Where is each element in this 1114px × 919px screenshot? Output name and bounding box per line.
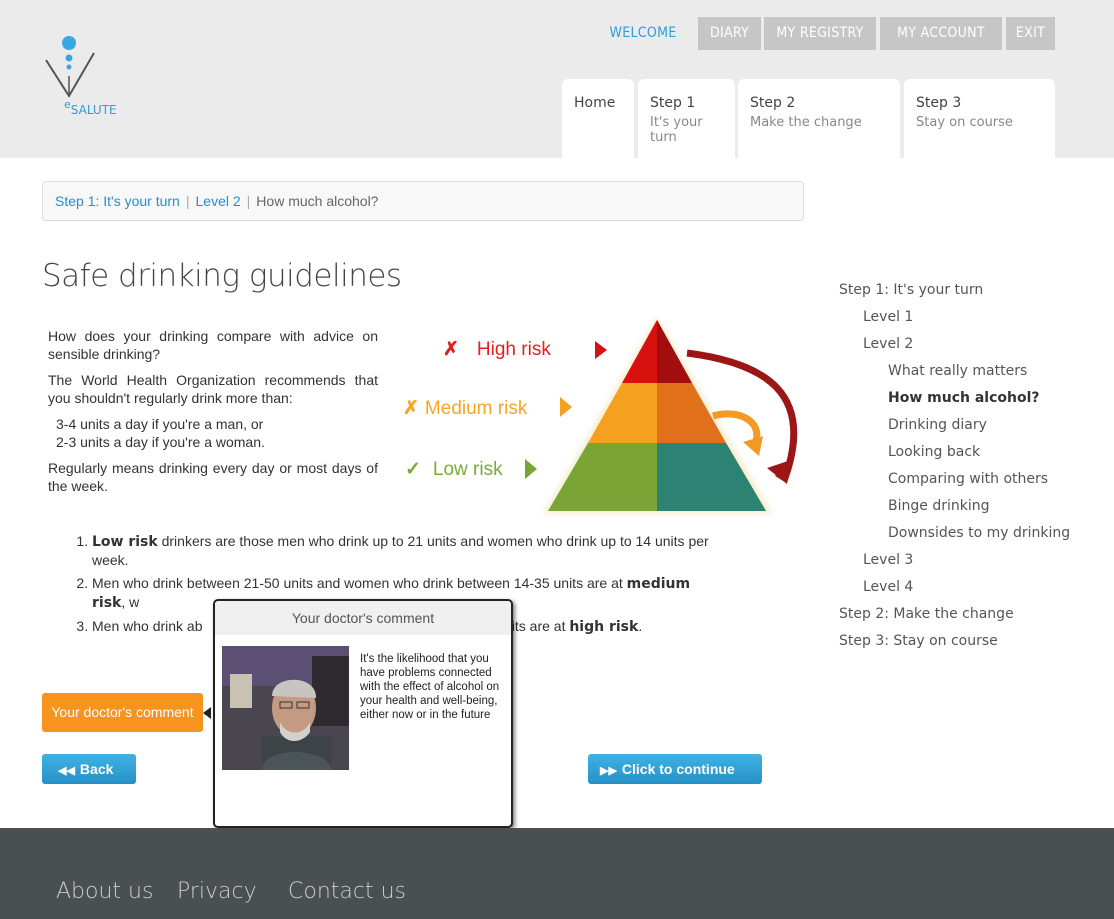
check-icon: ✓: [405, 459, 421, 480]
menu-comparing-with-others[interactable]: Comparing with others: [839, 469, 1109, 496]
medium-risk-label: ✗ Medium risk: [403, 398, 528, 419]
continue-button[interactable]: ▶▶ Click to continue: [588, 754, 762, 784]
breadcrumb-step-1[interactable]: Step 1: It's your turn: [55, 193, 180, 209]
risk-pyramid: ✗ High risk ✗ Medium risk ✓ Low risk: [395, 308, 825, 523]
menu-level-3[interactable]: Level 3: [839, 550, 1109, 577]
menu-what-really-matters[interactable]: What really matters: [839, 361, 1109, 388]
nav-diary[interactable]: DIARY: [698, 17, 761, 50]
breadcrumb-separator: |: [246, 193, 251, 209]
fast-forward-icon: ▶▶: [600, 765, 617, 777]
units-list: 3-4 units a day if you're a man, or 2-3 …: [48, 415, 378, 451]
menu-level-1[interactable]: Level 1: [839, 307, 1109, 334]
low-risk-label: ✓ Low risk: [405, 459, 503, 480]
intro-text: How does your drinking compare with advi…: [48, 327, 378, 503]
units-women: 2-3 units a day if you're a woman.: [56, 434, 265, 450]
rewind-icon: ◀◀: [58, 765, 75, 777]
nav-exit[interactable]: EXIT: [1006, 17, 1055, 50]
menu-step-1[interactable]: Step 1: It's your turn: [839, 280, 1109, 307]
breadcrumb-separator: |: [185, 193, 190, 209]
tab-home-label: Home: [574, 95, 616, 111]
breadcrumb-level-2[interactable]: Level 2: [196, 193, 241, 209]
footer-about-us[interactable]: About us: [56, 879, 153, 904]
tab-step-3-title: Step 3: [916, 95, 962, 111]
logo-text: eSALUTE: [64, 98, 117, 117]
footer-privacy[interactable]: Privacy: [177, 879, 257, 904]
tab-step-2-subtitle: Make the change: [750, 115, 862, 130]
tab-step-1[interactable]: Step 1 It's your turn: [638, 79, 735, 158]
popup-title: Your doctor's comment: [215, 601, 511, 635]
tab-step-3-subtitle: Stay on course: [916, 115, 1013, 130]
tab-step-2[interactable]: Step 2 Make the change: [738, 79, 900, 158]
menu-looking-back[interactable]: Looking back: [839, 442, 1109, 469]
menu-level-4[interactable]: Level 4: [839, 577, 1109, 604]
units-men: 3-4 units a day if you're a man, or: [56, 416, 264, 432]
cross-icon: ✗: [403, 398, 419, 419]
menu-step-3[interactable]: Step 3: Stay on course: [839, 631, 1109, 658]
breadcrumb: Step 1: It's your turn | Level 2 | How much …: [42, 181, 804, 221]
doctor-comment-popup: Your doctor's comment It's the likelihoo…: [213, 599, 513, 828]
back-button[interactable]: ◀◀ Back: [42, 754, 136, 784]
menu-step-2[interactable]: Step 2: Make the change: [839, 604, 1109, 631]
nav-my-registry[interactable]: MY REGISTRY: [764, 17, 876, 50]
popup-pointer: [203, 707, 211, 719]
footer-contact-us[interactable]: Contact us: [288, 879, 406, 904]
footer: About us Privacy Contact us: [0, 828, 1114, 919]
high-risk-label: ✗ High risk: [443, 339, 551, 360]
doctor-photo[interactable]: [222, 646, 349, 770]
intro-paragraph: The World Health Organization recommends…: [48, 372, 378, 406]
nav-my-account[interactable]: MY ACCOUNT: [880, 17, 1002, 50]
doctor-comment-button[interactable]: Your doctor's comment: [42, 693, 203, 732]
intro-paragraph: How does your drinking compare with advi…: [48, 328, 378, 362]
menu-level-2[interactable]: Level 2: [839, 334, 1109, 361]
cross-icon: ✗: [443, 339, 459, 360]
nav-welcome[interactable]: WELCOME: [597, 17, 689, 50]
header: eSALUTE WELCOME DIARY MY REGISTRY MY ACC…: [0, 0, 1114, 158]
breadcrumb-current: How much alcohol?: [256, 193, 379, 209]
intro-paragraph: Regularly means drinking every day or mo…: [48, 460, 378, 494]
tab-home[interactable]: Home: [562, 79, 634, 158]
tab-step-1-title: Step 1: [650, 95, 696, 111]
list-item: Low risk drinkers are those men who drin…: [92, 532, 720, 569]
menu-how-much-alcohol[interactable]: How much alcohol?: [839, 388, 1109, 415]
popup-text: It's the likelihood that you have proble…: [360, 653, 500, 721]
tab-step-2-title: Step 2: [750, 95, 796, 111]
tab-step-1-subtitle: It's your turn: [650, 115, 703, 145]
tab-step-3[interactable]: Step 3 Stay on course: [904, 79, 1055, 158]
menu-binge-drinking[interactable]: Binge drinking: [839, 496, 1109, 523]
menu-downsides[interactable]: Downsides to my drinking: [839, 523, 1109, 550]
page-title: Safe drinking guidelines: [42, 258, 402, 294]
menu-drinking-diary[interactable]: Drinking diary: [839, 415, 1109, 442]
side-menu: Step 1: It's your turn Level 1 Level 2 W…: [839, 280, 1109, 658]
